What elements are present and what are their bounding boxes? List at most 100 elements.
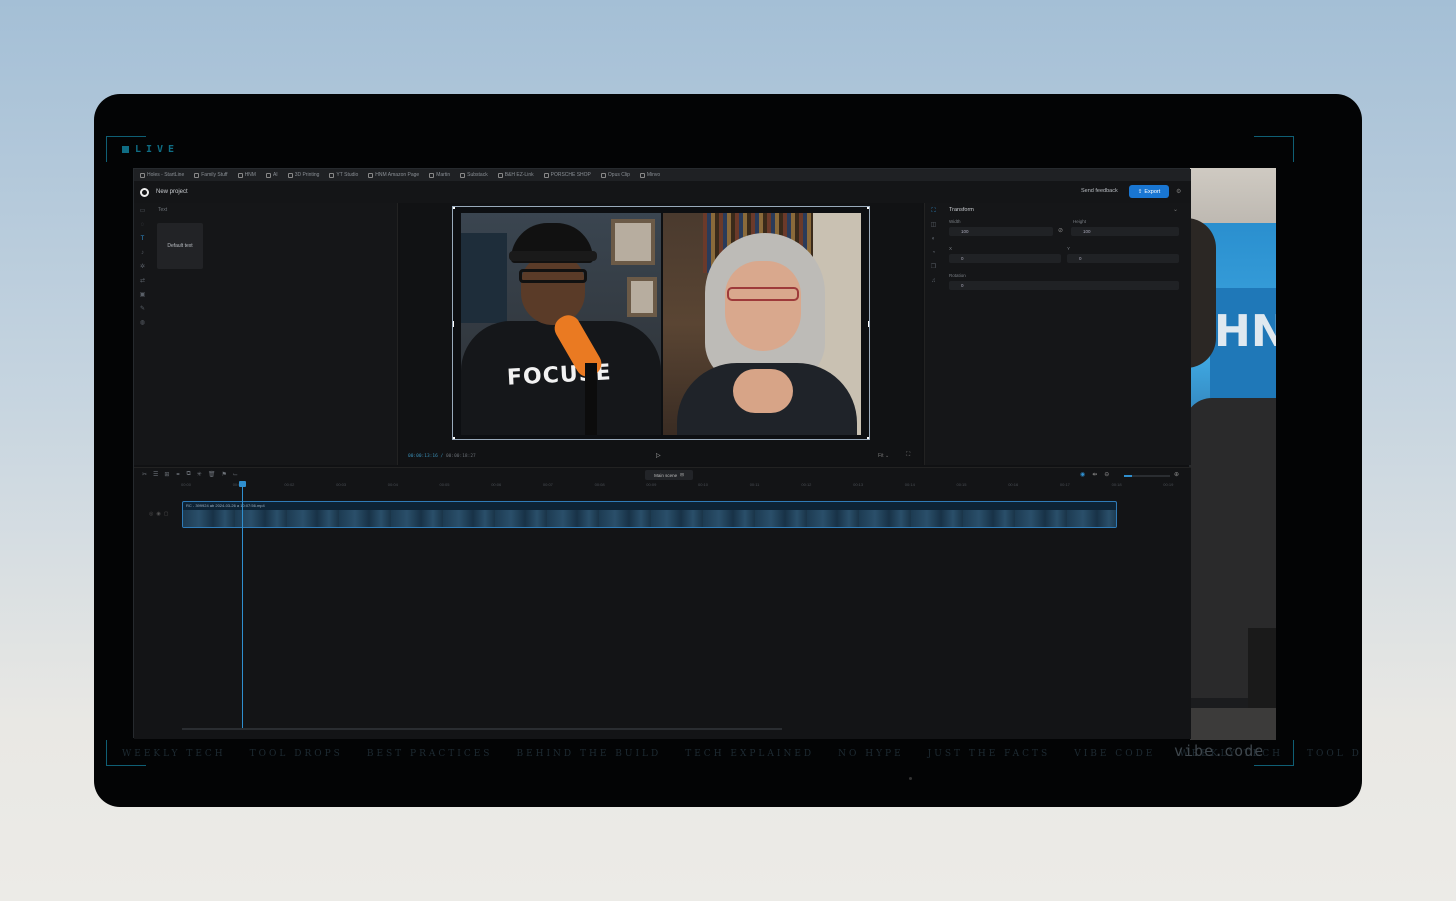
- lock-icon[interactable]: ▢: [164, 511, 169, 517]
- layers-icon[interactable]: ❐: [930, 264, 937, 271]
- ruler-tick-label: 00:00: [181, 482, 192, 487]
- play-icon[interactable]: ▷: [656, 452, 661, 459]
- delete-icon[interactable]: 🗑: [208, 471, 216, 478]
- visibility-icon[interactable]: ◎: [149, 511, 153, 517]
- timeline-scrollbar[interactable]: [182, 728, 782, 730]
- bookmark-item[interactable]: Family Stuff: [194, 172, 228, 178]
- speed-icon[interactable]: ◔: [930, 250, 937, 257]
- transitions-icon[interactable]: ⇄: [139, 278, 146, 285]
- audio-icon[interactable]: ♪: [139, 250, 146, 257]
- video-canvas[interactable]: FOCUSE: [452, 206, 870, 440]
- link-icon[interactable]: ⊘: [1058, 227, 1063, 234]
- resize-handle[interactable]: [867, 207, 869, 209]
- app-logo-icon[interactable]: [140, 187, 149, 197]
- hud-corner-top-right: [1254, 136, 1294, 162]
- marker-icon[interactable]: ⚑: [221, 471, 226, 478]
- x-field[interactable]: 0: [949, 254, 1061, 263]
- bookmark-label: B&H EZ-Link: [504, 172, 534, 178]
- fullscreen-icon[interactable]: ⛶: [906, 452, 910, 459]
- bookmark-label: AI: [272, 172, 278, 178]
- bookmark-item[interactable]: AI: [265, 172, 278, 178]
- bookmarks-bar: Holes - StartLine Family Stuff HNM AI 3D Pri…: [134, 169, 1191, 181]
- bookmark-icon: [237, 172, 243, 178]
- bookmark-item[interactable]: Substack: [460, 172, 488, 178]
- resize-handle[interactable]: [453, 321, 454, 327]
- ruler-tick-label: 00:12: [801, 482, 812, 487]
- chevron-down-icon[interactable]: ⌄: [1173, 206, 1178, 213]
- ruler-tick-label: 00:17: [1059, 482, 1070, 487]
- ticker-item: BEHIND THE BUILD: [516, 749, 662, 759]
- bookmark-item[interactable]: 3D Printing: [287, 172, 319, 178]
- clip-thumbnails: [183, 510, 1116, 527]
- align-icon[interactable]: ☰: [153, 471, 158, 478]
- ruler-tick-label: 00:10: [698, 482, 709, 487]
- export-icon: ⇪: [1137, 188, 1143, 195]
- text-tool-icon[interactable]: T: [139, 236, 146, 243]
- resize-handle[interactable]: [453, 437, 455, 439]
- resize-handle[interactable]: [867, 437, 869, 439]
- bookmark-item[interactable]: Martin: [429, 172, 450, 178]
- video-clip[interactable]: RC - 399924 ab 2024-03-26 a 10:07:56.mp4: [182, 501, 1117, 528]
- link-clip-icon[interactable]: ⚭: [175, 471, 180, 478]
- project-name[interactable]: New project: [156, 189, 188, 195]
- duplicate-icon[interactable]: ⧉: [186, 471, 190, 478]
- ticker-item: BEST PRACTICES: [366, 749, 493, 759]
- transform-title: Transform: [949, 207, 974, 213]
- scene-selector[interactable]: Main scene ⊟: [645, 470, 693, 480]
- playhead-handle[interactable]: [239, 481, 246, 487]
- default-text-preset[interactable]: Default text: [157, 223, 203, 269]
- color-icon[interactable]: ◐: [930, 236, 937, 243]
- snap-icon[interactable]: ◉: [1080, 471, 1085, 478]
- ticker-item: TOOL DROPS: [249, 749, 343, 759]
- live-dot-icon: [122, 146, 129, 153]
- zoom-out-icon[interactable]: ⊖: [1104, 471, 1109, 478]
- height-field[interactable]: 100: [1071, 227, 1179, 236]
- elements-icon[interactable]: ✲: [139, 264, 146, 271]
- watermark: vibe.code: [1174, 742, 1265, 760]
- bookmark-item[interactable]: Minvo: [639, 172, 660, 178]
- height-label: Height: [1073, 219, 1087, 224]
- ruler-tick-label: 00:07: [542, 482, 553, 487]
- resize-handle[interactable]: [868, 321, 869, 327]
- send-feedback-link[interactable]: Send feedback: [1081, 188, 1118, 194]
- live-label: LIVE: [135, 144, 180, 155]
- captions-icon[interactable]: ▣: [139, 292, 146, 299]
- resize-handle[interactable]: [453, 207, 455, 209]
- y-field[interactable]: 0: [1067, 254, 1179, 263]
- export-button[interactable]: ⇪ Export: [1129, 185, 1169, 198]
- bookmark-item[interactable]: HNM: [237, 172, 256, 178]
- ruler-tick-label: 00:19: [1163, 482, 1174, 487]
- ticker-item: WEEKLY TECH: [122, 749, 226, 759]
- audio-settings-icon[interactable]: ♫: [930, 278, 937, 285]
- transform-icon[interactable]: ⛶: [930, 208, 937, 215]
- split-icon[interactable]: ✂: [142, 471, 147, 478]
- bookmark-item[interactable]: YT Studio: [329, 172, 358, 178]
- fit-dropdown[interactable]: Fit ⌄: [878, 453, 889, 459]
- width-field[interactable]: 100: [949, 227, 1053, 236]
- crop-icon[interactable]: ◫: [930, 222, 937, 229]
- effects-icon[interactable]: ✎: [139, 306, 146, 313]
- group-icon[interactable]: ⊞: [164, 471, 169, 478]
- folder-icon[interactable]: ▭: [139, 208, 146, 215]
- rotation-field[interactable]: 0: [949, 281, 1179, 290]
- magnet-icon[interactable]: ⌙: [233, 471, 238, 478]
- bookmark-item[interactable]: PORSCHE SHOP: [543, 172, 591, 178]
- bookmark-item[interactable]: HNM Amazon Page: [368, 172, 419, 178]
- playhead[interactable]: [242, 483, 243, 728]
- media-icon[interactable]: ◌: [139, 222, 146, 229]
- bookmark-item[interactable]: Opus Clip: [600, 172, 630, 178]
- ticker-item: TECH EXPLAINED: [685, 749, 815, 759]
- split-view-icon[interactable]: ⇹: [1092, 471, 1097, 478]
- plugins-icon[interactable]: ◍: [139, 320, 146, 327]
- time-ruler[interactable]: 00:00 00:01 00:02 00:03 00:04 00:05 00:06 00:07…: [181, 482, 1181, 490]
- settings-icon[interactable]: ⚙: [1176, 188, 1181, 195]
- zoom-slider[interactable]: [1124, 475, 1170, 477]
- audio-toggle-icon[interactable]: ◉: [156, 511, 160, 517]
- effects-tool-icon[interactable]: ✳: [197, 471, 202, 478]
- bookmark-item[interactable]: Holes - StartLine: [140, 172, 184, 178]
- bookmark-icon: [368, 172, 374, 178]
- right-speaker-frame: [663, 213, 861, 435]
- export-label: Export: [1144, 188, 1161, 195]
- bookmark-item[interactable]: B&H EZ-Link: [497, 172, 534, 178]
- zoom-in-icon[interactable]: ⊕: [1174, 471, 1179, 478]
